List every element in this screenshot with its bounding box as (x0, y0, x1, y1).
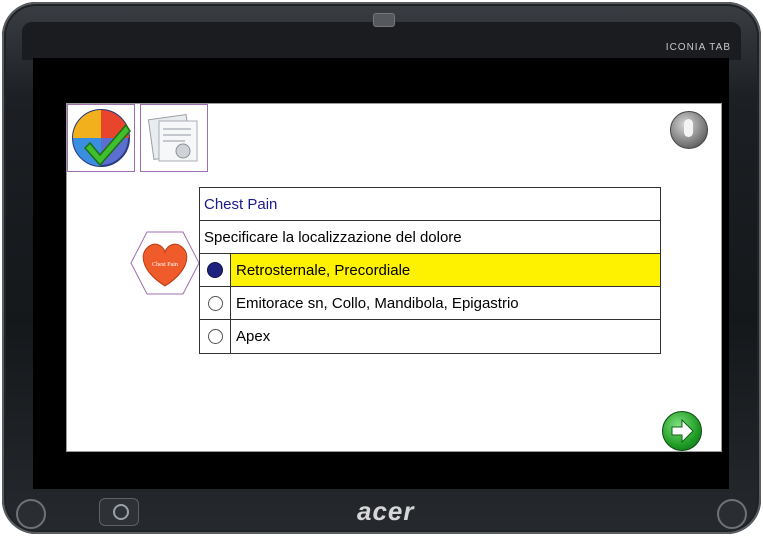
radio-unselected[interactable] (207, 295, 223, 311)
confirm-button[interactable] (67, 104, 135, 172)
question-form: Chest Pain Specificare la localizzazione… (199, 187, 661, 354)
microphone-icon (684, 119, 693, 137)
option-emitorace[interactable]: Emitorace sn, Collo, Mandibola, Epigastr… (200, 287, 660, 320)
form-prompt: Specificare la localizzazione del dolore (200, 221, 660, 254)
form-title: Chest Pain (200, 188, 660, 221)
radio-selected[interactable] (207, 262, 223, 278)
chest-pain-heart-icon: Chest Pain (130, 231, 200, 295)
document-button[interactable] (140, 104, 208, 172)
microphone-button[interactable] (670, 111, 708, 149)
brand-logo: acer (357, 496, 415, 526)
badge-text: Chest Pain (152, 262, 178, 268)
app-window: Chest Pain Chest Pain Specificare la loc… (66, 103, 722, 452)
option-label: Emitorace sn, Collo, Mandibola, Epigastr… (236, 294, 519, 312)
option-label: Retrosternale, Precordiale (231, 254, 660, 286)
windows-logo-icon (113, 504, 129, 520)
tablet-top-bezel (22, 22, 741, 60)
option-retrosternale[interactable]: Retrosternale, Precordiale (200, 254, 660, 287)
right-sensor-ring (717, 499, 747, 529)
arrow-right-icon (671, 418, 694, 444)
option-apex[interactable]: Apex (200, 320, 660, 353)
camera-icon (373, 13, 395, 27)
windows-check-icon (72, 109, 131, 167)
radio-cell (200, 320, 231, 353)
left-sensor-ring (16, 499, 46, 529)
tablet-model-label: ICONIA TAB (665, 42, 731, 53)
document-icon (147, 113, 198, 162)
radio-cell (200, 254, 231, 286)
windows-home-button[interactable] (99, 498, 139, 526)
next-button[interactable] (662, 411, 702, 451)
radio-unselected[interactable] (207, 329, 223, 344)
radio-cell (200, 287, 231, 319)
option-label: Apex (236, 328, 271, 345)
